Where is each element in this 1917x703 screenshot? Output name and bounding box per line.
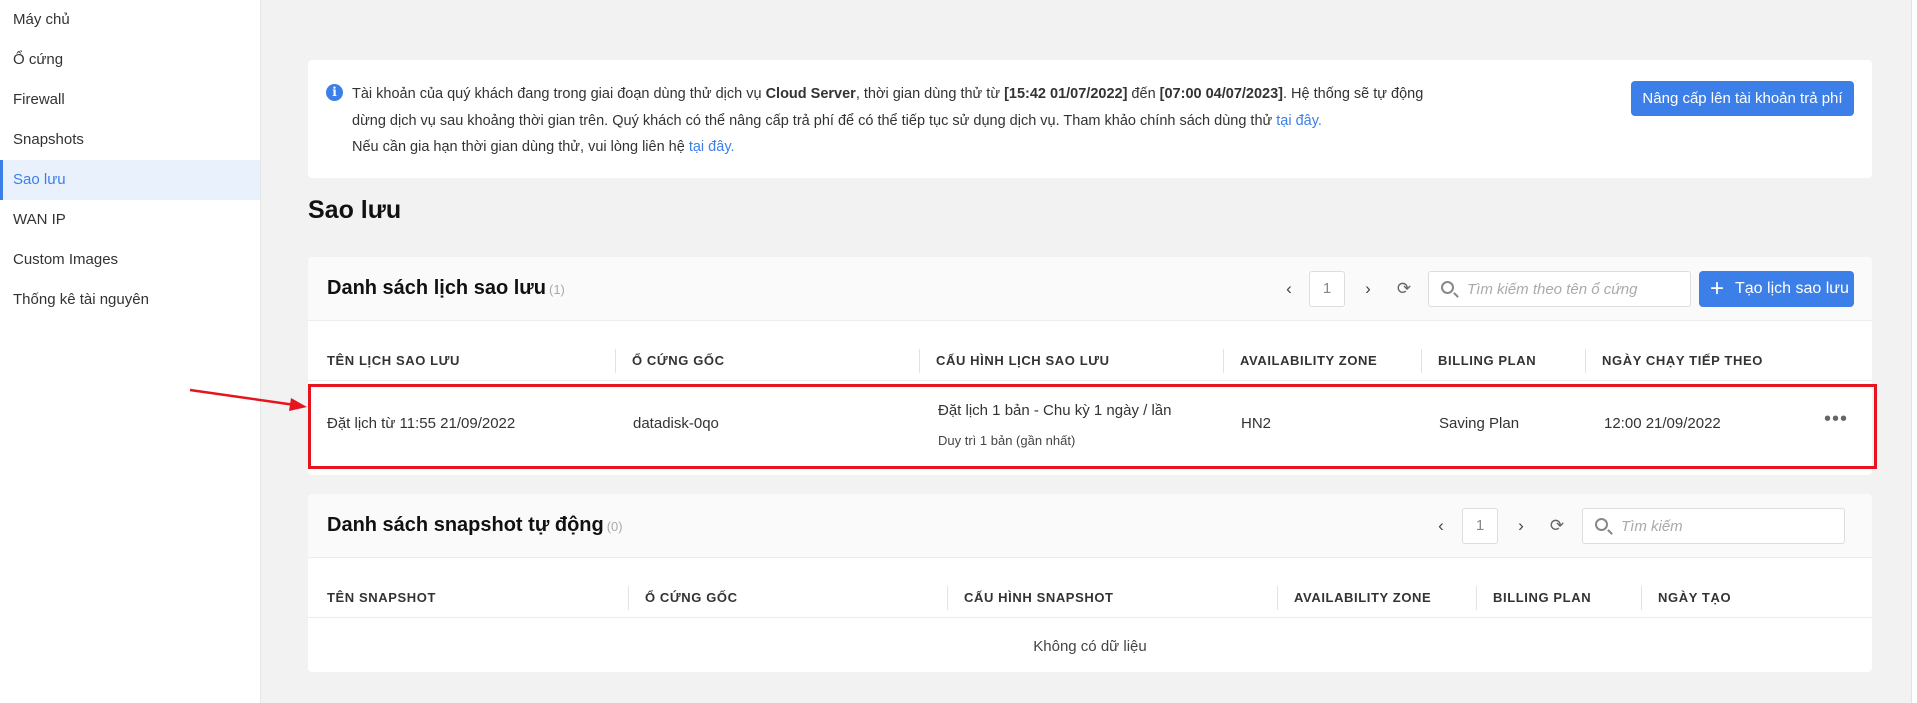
search-icon	[1595, 518, 1608, 531]
column-divider	[1476, 586, 1477, 610]
column-header: BILLING PLAN	[1493, 590, 1592, 605]
notice-text-part: đến	[1127, 86, 1160, 102]
trial-notice-text: Tài khoản của quý khách đang trong giai …	[352, 81, 1432, 161]
sidebar-item-wan-ip[interactable]: WAN IP	[0, 200, 260, 240]
auto-snapshot-panel: Danh sách snapshot tự động(0) ‹ 1 › ⟳ TÊ…	[308, 494, 1872, 672]
contact-link[interactable]: tại đây.	[689, 139, 735, 155]
chevron-left-icon[interactable]: ‹	[1430, 515, 1452, 537]
search-input[interactable]	[1621, 514, 1836, 538]
panel-header: Danh sách snapshot tự động (0) ‹ 1 › ⟳	[308, 494, 1872, 558]
empty-state: Không có dữ liệu	[1033, 638, 1147, 655]
chevron-right-icon[interactable]: ›	[1357, 278, 1379, 300]
panel-header: Danh sách lịch sao lưu(1) ‹ 1 › ⟳ + Tạo l…	[308, 257, 1872, 321]
column-divider	[1641, 586, 1642, 610]
right-edge-panel	[1911, 0, 1917, 703]
schedule-config-retention: Duy trì 1 bản (gần nhất)	[938, 433, 1076, 448]
panel-title-text: Danh sách snapshot tự động	[327, 514, 604, 536]
sidebar-item-backup[interactable]: Sao lưu	[0, 160, 260, 200]
availability-zone: HN2	[1241, 415, 1272, 432]
table-header: TÊN SNAPSHOT Ổ CỨNG GỐC CẤU HÌNH SNAPSHO…	[308, 578, 1872, 618]
schedule-name: Đặt lịch từ 11:55 21/09/2022	[327, 415, 516, 432]
search-icon	[1441, 281, 1454, 294]
create-button-label: Tạo lịch sao lưu	[1735, 280, 1849, 297]
notice-text-part: , thời gian dùng thử từ	[855, 86, 1005, 102]
panel-title: Danh sách snapshot tự động (0)	[327, 514, 623, 537]
notice-text-part: Nếu cần gia hạn thời gian dùng thử, vui …	[352, 139, 689, 155]
sidebar-item-snapshots[interactable]: Snapshots	[0, 120, 260, 160]
column-divider	[1585, 349, 1586, 373]
trial-notice: i Tài khoản của quý khách đang trong gia…	[308, 60, 1872, 178]
sidebar-item-servers[interactable]: Máy chủ	[0, 0, 260, 40]
more-horizontal-icon[interactable]: •••	[1824, 408, 1848, 431]
chevron-left-icon[interactable]: ‹	[1278, 278, 1300, 300]
plus-icon: +	[1710, 275, 1725, 302]
column-header: TÊN SNAPSHOT	[327, 590, 437, 605]
column-header: NGÀY TẠO	[1658, 590, 1732, 605]
search-input-box[interactable]	[1428, 271, 1691, 307]
sidebar-item-disks[interactable]: Ổ cứng	[0, 40, 260, 80]
notice-trial-start: [15:42 01/07/2022]	[1004, 86, 1128, 102]
column-header: Ổ CỨNG GỐC	[645, 590, 738, 605]
column-divider	[947, 586, 948, 610]
info-circle-icon: i	[326, 84, 343, 101]
refresh-icon[interactable]: ⟳	[1546, 515, 1568, 537]
billing-plan: Saving Plan	[1439, 415, 1520, 432]
column-divider	[628, 586, 629, 610]
page-title: Sao lưu	[308, 196, 402, 224]
source-disk: datadisk-0qo	[633, 415, 719, 432]
column-header: AVAILABILITY ZONE	[1294, 590, 1432, 605]
panel-title: Danh sách lịch sao lưu (1)	[327, 277, 565, 300]
column-divider	[1421, 349, 1422, 373]
schedule-config: Đặt lịch 1 bản - Chu kỳ 1 ngày / lần	[938, 402, 1172, 419]
sidebar-item-custom-images[interactable]: Custom Images	[0, 240, 260, 280]
create-backup-schedule-button[interactable]: + Tạo lịch sao lưu	[1699, 271, 1854, 307]
refresh-icon[interactable]: ⟳	[1393, 278, 1415, 300]
panel-title-text: Danh sách lịch sao lưu	[327, 277, 546, 299]
sidebar-item-resource-stats[interactable]: Thống kê tài nguyên	[0, 280, 260, 320]
backup-schedule-panel: Danh sách lịch sao lưu(1) ‹ 1 › ⟳ + Tạo l…	[308, 257, 1872, 475]
column-header: AVAILABILITY ZONE	[1240, 353, 1378, 368]
chevron-right-icon[interactable]: ›	[1510, 515, 1532, 537]
table-header: TÊN LỊCH SAO LƯU Ổ CỨNG GỐC CẤU HÌNH LỊC…	[308, 341, 1872, 381]
sidebar: Máy chủ Ổ cứng Firewall Snapshots Sao lư…	[0, 0, 261, 703]
search-input-box[interactable]	[1582, 508, 1845, 544]
column-header: Ổ CỨNG GỐC	[632, 353, 725, 368]
sidebar-item-firewall[interactable]: Firewall	[0, 80, 260, 120]
column-divider	[919, 349, 920, 373]
panel-count: (1)	[548, 282, 565, 297]
trial-policy-link[interactable]: tại đây.	[1276, 113, 1322, 129]
search-input[interactable]	[1467, 277, 1682, 301]
column-divider	[1223, 349, 1224, 373]
notice-trial-end: [07:00 04/07/2023]	[1159, 86, 1283, 102]
arrow-annotation	[189, 388, 307, 411]
column-header: CẤU HÌNH LỊCH SAO LƯU	[936, 353, 1110, 368]
column-header: CẤU HÌNH SNAPSHOT	[964, 590, 1114, 605]
column-header: NGÀY CHẠY TIẾP THEO	[1602, 353, 1763, 368]
notice-service-name: Cloud Server	[765, 86, 856, 102]
column-divider	[615, 349, 616, 373]
panel-count: (0)	[606, 519, 623, 534]
upgrade-account-button[interactable]: Nâng cấp lên tài khoản trả phí	[1631, 81, 1854, 116]
page-number[interactable]: 1	[1309, 271, 1345, 307]
column-header: TÊN LỊCH SAO LƯU	[327, 353, 461, 368]
notice-text-part: Tài khoản của quý khách đang trong giai …	[352, 86, 766, 102]
page-number[interactable]: 1	[1462, 508, 1498, 544]
column-divider	[1277, 586, 1278, 610]
next-run-date: 12:00 21/09/2022	[1604, 415, 1721, 432]
column-header: BILLING PLAN	[1438, 353, 1537, 368]
